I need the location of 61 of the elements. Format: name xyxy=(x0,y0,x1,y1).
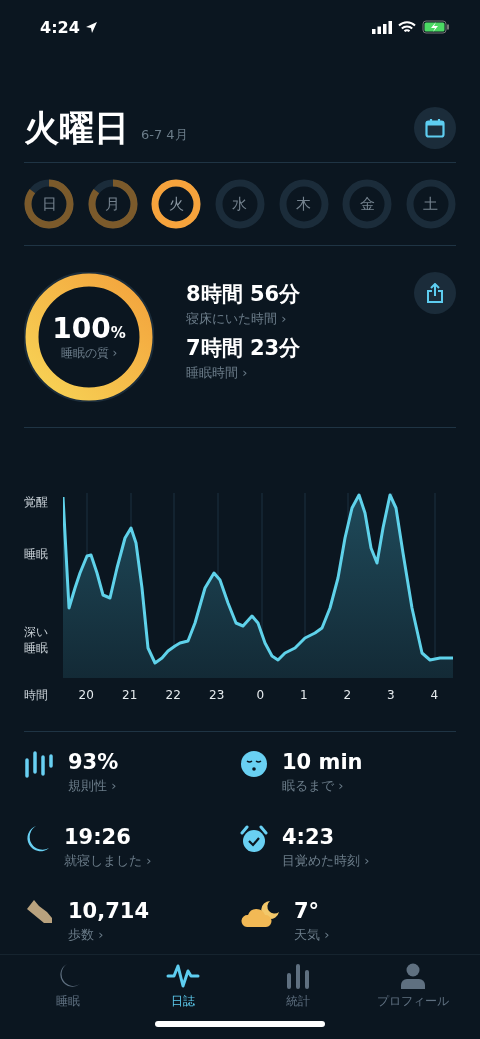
day-ring[interactable]: 木 xyxy=(278,179,329,229)
hour-label: 2 xyxy=(342,688,353,702)
tab[interactable]: 日誌 xyxy=(125,955,240,1039)
share-button[interactable] xyxy=(414,272,456,314)
calendar-icon xyxy=(425,118,445,138)
status-time: 4:24 xyxy=(40,17,80,37)
duration-value: 7時間 23分 xyxy=(186,335,302,362)
alarm-clock-icon xyxy=(240,824,268,853)
hour-label: 0 xyxy=(255,688,266,702)
hour-label: 4 xyxy=(429,688,440,702)
stat-value: 93% xyxy=(68,750,119,774)
person-icon xyxy=(399,963,426,989)
location-arrow-icon xyxy=(85,21,97,33)
sleep-stage-label: 深い睡眠 xyxy=(24,624,49,657)
day-ring[interactable]: 金 xyxy=(342,179,393,229)
duration-value: 8時間 56分 xyxy=(186,281,302,308)
hour-label: 1 xyxy=(298,688,309,702)
stat-value: 10,714 xyxy=(68,899,150,924)
battery-charging-icon xyxy=(422,20,450,34)
hour-label: 3 xyxy=(385,688,396,702)
stat-link[interactable]: 規則性 › xyxy=(68,777,119,795)
day-title: 火曜日 xyxy=(24,106,129,150)
date-range: 6-7 4月 xyxy=(141,126,189,144)
cloud-moon-icon xyxy=(240,899,280,930)
wave-icon xyxy=(165,963,200,989)
sleep-stage-label: 睡眠 xyxy=(24,546,49,563)
signal-icon xyxy=(372,20,392,34)
quality-link[interactable]: 睡眠の質 › xyxy=(60,345,118,362)
day-ring[interactable]: 水 xyxy=(214,179,265,229)
tab[interactable]: 睡眠 xyxy=(10,955,125,1039)
day-ring[interactable]: 月 xyxy=(87,179,138,229)
tab[interactable]: プロフィール xyxy=(355,955,470,1039)
stat-link[interactable]: 歩数 › xyxy=(68,926,150,945)
stat-value: 19:26 xyxy=(64,824,132,849)
stat-value: 10 min xyxy=(282,750,363,774)
stat-value: 4:23 xyxy=(282,824,336,849)
hour-label: 22 xyxy=(164,688,182,702)
hour-label: 20 xyxy=(77,688,95,702)
day-ring[interactable]: 日 xyxy=(24,179,74,229)
day-ring[interactable]: 火 xyxy=(151,179,202,229)
quality-value: 100% xyxy=(52,312,126,345)
sleepy-face-icon xyxy=(240,750,268,778)
day-ring[interactable]: 土 xyxy=(405,179,456,229)
calendar-button[interactable] xyxy=(414,107,456,149)
duration-link[interactable]: 睡眠時間 › xyxy=(186,364,414,382)
axis-label: 時間 xyxy=(24,686,49,704)
tab[interactable]: 統計 xyxy=(240,955,355,1039)
wifi-icon xyxy=(398,20,416,34)
hour-label: 23 xyxy=(208,688,226,702)
stat-link[interactable]: 就寝しました › xyxy=(64,851,152,870)
sleep-stage-label: 覚醒 xyxy=(24,494,49,511)
bar-chart-icon xyxy=(284,963,311,989)
share-icon xyxy=(426,283,444,303)
hour-label: 21 xyxy=(121,688,139,702)
stat-link[interactable]: 眠るまで › xyxy=(282,777,363,795)
stat-value: 7° xyxy=(294,899,321,924)
moon-icon xyxy=(24,824,50,853)
stat-link[interactable]: 目覚めた時刻 › xyxy=(282,851,370,870)
duration-link[interactable]: 寝床にいた時間 › xyxy=(186,310,414,328)
bars-icon xyxy=(24,750,54,778)
stat-link[interactable]: 天気 › xyxy=(294,926,330,945)
